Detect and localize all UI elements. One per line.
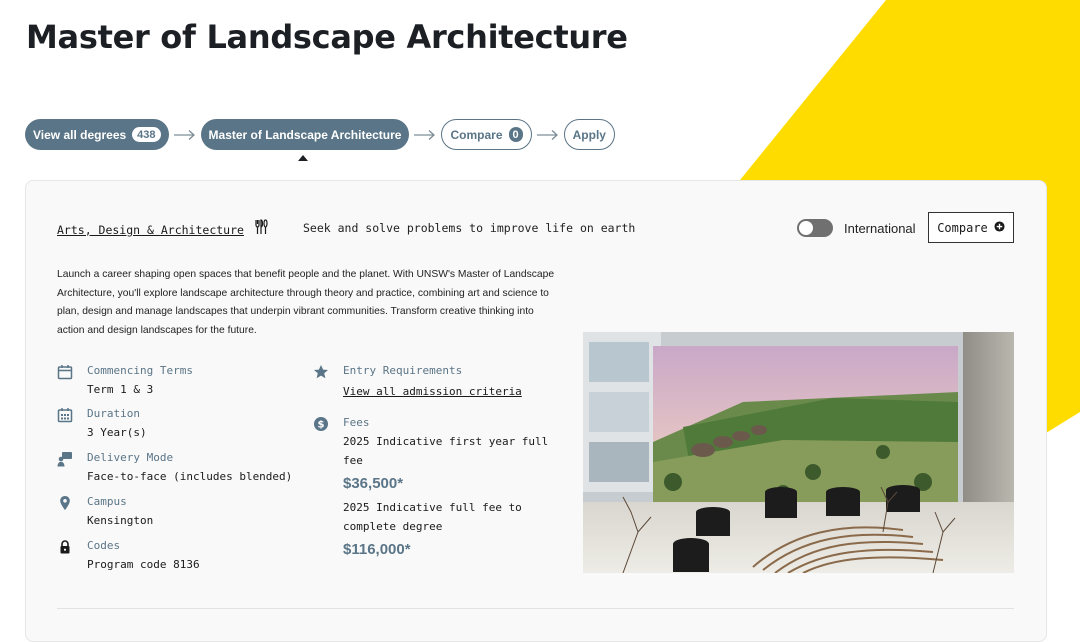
degree-overview-card: Arts, Design & Architecture Seek and sol… bbox=[25, 180, 1047, 642]
duration-label: Duration bbox=[87, 407, 140, 420]
lock-icon bbox=[57, 539, 73, 555]
map-pin-icon bbox=[57, 495, 73, 511]
view-all-degrees-label: View all degrees bbox=[33, 127, 127, 142]
campus-value: Kensington bbox=[87, 514, 154, 527]
utensils-icon bbox=[253, 219, 269, 240]
compare-step-button[interactable]: Compare 0 bbox=[441, 119, 532, 150]
faculty: Arts, Design & Architecture bbox=[57, 219, 269, 240]
international-toggle[interactable] bbox=[797, 219, 833, 237]
degree-description: Launch a career shaping open spaces that… bbox=[57, 269, 555, 336]
current-degree-button[interactable]: Master of Landscape Architecture bbox=[200, 119, 410, 150]
detail-codes: Codes Program code 8136 bbox=[57, 537, 200, 575]
commencing-value: Term 1 & 3 bbox=[87, 383, 154, 396]
toggle-knob bbox=[799, 221, 813, 235]
presenter-icon bbox=[57, 451, 73, 467]
page-title: Master of Landscape Architecture bbox=[26, 18, 628, 56]
detail-commencing-terms: Commencing Terms Term 1 & 3 bbox=[57, 362, 193, 400]
arrow-right-icon bbox=[536, 129, 560, 141]
plus-circle-icon bbox=[994, 220, 1005, 235]
compare-button-label: Compare bbox=[937, 220, 988, 235]
detail-entry-requirements: Entry Requirements View all admission cr… bbox=[313, 362, 522, 399]
arrow-right-icon bbox=[413, 129, 437, 141]
section-divider bbox=[57, 608, 1014, 609]
duration-value: 3 Year(s) bbox=[87, 426, 147, 439]
full-fee-desc: 2025 Indicative full fee to complete deg… bbox=[343, 501, 522, 533]
arrow-right-icon bbox=[173, 129, 197, 141]
delivery-label: Delivery Mode bbox=[87, 451, 174, 464]
delivery-value: Face-to-face (includes blended) bbox=[87, 470, 293, 483]
codes-label: Codes bbox=[87, 539, 121, 552]
detail-campus: Campus Kensington bbox=[57, 493, 153, 531]
calendar-grid-icon bbox=[57, 407, 73, 423]
degree-count-badge: 438 bbox=[132, 127, 161, 142]
first-year-fee-amount: $36,500* bbox=[343, 475, 404, 492]
breadcrumb: View all degrees 438 Master of Landscape… bbox=[25, 119, 615, 150]
detail-fees: $ Fees 2025 Indicative first year full f… bbox=[313, 414, 555, 564]
compare-button[interactable]: Compare bbox=[928, 212, 1014, 243]
apply-label: Apply bbox=[572, 127, 606, 142]
dollar-circle-icon: $ bbox=[313, 416, 329, 432]
international-toggle-group: International bbox=[797, 219, 916, 237]
landscape-model-image bbox=[583, 332, 1014, 573]
faculty-slogan: Seek and solve problems to improve life … bbox=[303, 221, 636, 235]
first-year-fee-desc: 2025 Indicative first year full fee bbox=[343, 435, 549, 467]
campus-label: Campus bbox=[87, 495, 127, 508]
detail-delivery-mode: Delivery Mode Face-to-face (includes ble… bbox=[57, 449, 292, 487]
view-all-degrees-button[interactable]: View all degrees 438 bbox=[25, 119, 169, 150]
commencing-label: Commencing Terms bbox=[87, 364, 193, 377]
detail-duration: Duration 3 Year(s) bbox=[57, 405, 147, 443]
svg-text:$: $ bbox=[318, 420, 325, 431]
apply-button[interactable]: Apply bbox=[563, 119, 615, 150]
current-degree-label: Master of Landscape Architecture bbox=[208, 127, 402, 142]
faculty-link[interactable]: Arts, Design & Architecture bbox=[57, 223, 244, 237]
star-icon bbox=[313, 364, 329, 380]
fees-label: Fees bbox=[343, 416, 370, 429]
full-fee-amount: $116,000* bbox=[343, 541, 411, 558]
caret-up-icon bbox=[298, 155, 308, 161]
international-label: International bbox=[844, 220, 916, 236]
codes-value: Program code 8136 bbox=[87, 558, 200, 571]
compare-step-label: Compare bbox=[450, 127, 503, 142]
compare-count-badge: 0 bbox=[508, 127, 523, 142]
admission-criteria-link[interactable]: View all admission criteria bbox=[343, 385, 522, 398]
entry-label: Entry Requirements bbox=[343, 364, 463, 377]
calendar-icon bbox=[57, 364, 73, 380]
